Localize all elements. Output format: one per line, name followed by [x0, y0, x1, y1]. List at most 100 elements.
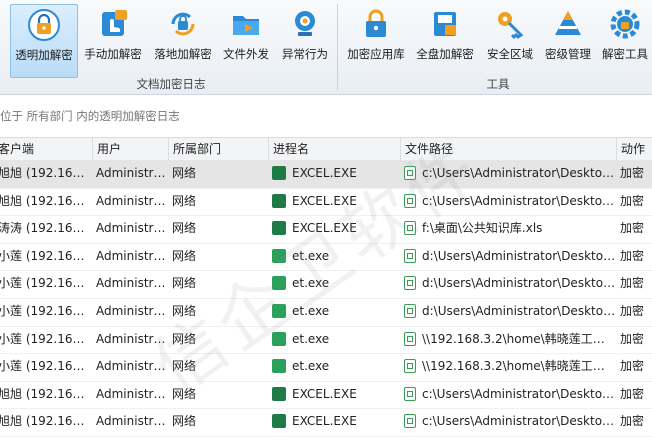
cell-text: 加密 — [620, 304, 645, 318]
encrypted-app-library-button[interactable]: 加密应用库 — [344, 4, 408, 76]
abnormal-behavior-button[interactable]: 异常行为 — [278, 4, 332, 76]
cell-process: et.exe — [268, 353, 400, 380]
cell-text: et.exe — [292, 331, 330, 346]
button-label: 安全区域 — [487, 47, 533, 61]
cell-text: Administra... — [96, 166, 168, 180]
cell-text: 加密 — [620, 248, 645, 263]
cell-path: d:\Users\Administrator\Desktop... — [400, 270, 616, 297]
column-header-client[interactable]: 客户端 — [0, 138, 92, 160]
column-header-file-path[interactable]: 文件路径 — [400, 138, 616, 160]
table-row[interactable]: 小莲 (192.168.3... Administra... 网络 et.exe d:\… — [0, 243, 652, 272]
file-icon — [404, 248, 416, 263]
column-header-department[interactable]: 所属部门 — [168, 138, 268, 160]
button-label: 落地加解密 — [154, 47, 212, 61]
cell-text: Administra... — [96, 193, 168, 208]
cell-user: Administra... — [92, 353, 168, 380]
cell-user: Administra... — [92, 243, 168, 270]
file-outbound-button[interactable]: 文件外发 — [218, 4, 274, 76]
cell-action: 加密 — [616, 215, 652, 242]
table-row[interactable]: 旭旭 (192.168.3... Administra... 网络 EXCEL.EXE… — [0, 160, 652, 189]
column-header-user[interactable]: 用户 — [92, 138, 168, 160]
excel-icon — [272, 414, 286, 429]
et-icon — [272, 248, 286, 263]
table-row[interactable]: 小莲 (192.168.3... Administra... 网络 et.exe d:\… — [0, 270, 652, 299]
cell-text: 小莲 (192.168.3... — [0, 248, 92, 263]
manual-encryption-button[interactable]: 手动加解密 — [80, 4, 146, 76]
button-label: 文件外发 — [223, 47, 269, 61]
excel-icon — [272, 221, 286, 236]
cell-text: 网络 — [172, 221, 197, 236]
cell-process: et.exe — [268, 270, 400, 297]
cell-user: Administra... — [92, 298, 168, 325]
cell-text: 涛涛 (192.168.3... — [0, 221, 92, 236]
cell-text: d:\Users\Administrator\Desktop... — [422, 248, 616, 263]
et-icon — [272, 331, 286, 346]
file-icon — [404, 304, 416, 318]
file-icon — [404, 166, 416, 180]
disk-lock-icon — [434, 12, 456, 36]
log-table: 客户端 用户 所属部门 进程名 文件路径 动作 旭旭 (192.168.3...… — [0, 137, 652, 437]
table-row[interactable]: 旭旭 (192.168.3... Administra... 网络 EXCEL.EXE… — [0, 408, 652, 437]
table-row[interactable]: 旭旭 (192.168.3... Administra... 网络 EXCEL.EXE… — [0, 188, 652, 217]
cell-client: 旭旭 (192.168.3... — [0, 160, 92, 187]
cell-text: \\192.168.3.2\home\韩晓莲工作记... — [422, 359, 616, 374]
table-row[interactable]: 小莲 (192.168.3... Administra... 网络 et.exe d:\… — [0, 298, 652, 327]
cell-text: Administra... — [96, 221, 168, 236]
table-header: 客户端 用户 所属部门 进程名 文件路径 动作 — [0, 137, 652, 161]
table-row[interactable]: 旭旭 (192.168.3... Administra... 网络 EXCEL.EXE… — [0, 381, 652, 410]
cell-dept: 网络 — [168, 215, 268, 242]
cell-dept: 网络 — [168, 353, 268, 380]
cell-dept: 网络 — [168, 298, 268, 325]
cell-action: 加密 — [616, 160, 652, 187]
cell-process: EXCEL.EXE — [268, 381, 400, 408]
cell-text: EXCEL.EXE — [292, 414, 357, 429]
cell-text: c:\Users\Administrator\Desktop\... — [422, 193, 616, 208]
cell-client: 旭旭 (192.168.3... — [0, 188, 92, 215]
cell-path: d:\Users\Administrator\Desktop... — [400, 243, 616, 270]
cell-text: 加密 — [620, 386, 645, 401]
button-label: 透明加解密 — [15, 48, 73, 62]
file-icon — [404, 276, 416, 291]
cell-client: 小莲 (192.168.3... — [0, 353, 92, 380]
button-label: 密级管理 — [545, 47, 591, 61]
cell-client: 旭旭 (192.168.3... — [0, 381, 92, 408]
pyramid-icon — [555, 11, 581, 35]
cell-text: f:\桌面\公共知识库.xls — [422, 221, 543, 236]
cell-text: d:\Users\Administrator\Desktop... — [422, 276, 616, 291]
transparent-encryption-button[interactable]: 透明加解密 — [10, 4, 78, 78]
lock-icon — [366, 9, 386, 37]
classification-management-button[interactable]: 密级管理 — [540, 4, 596, 76]
full-disk-encryption-button[interactable]: 全盘加解密 — [412, 4, 478, 76]
cell-text: 网络 — [172, 304, 197, 318]
cell-text: Administra... — [96, 276, 168, 291]
gear-lock-icon — [610, 9, 640, 39]
cell-client: 涛涛 (192.168.3... — [0, 215, 92, 242]
decryption-tool-button[interactable]: 解密工具 — [598, 4, 652, 76]
cell-dept: 网络 — [168, 243, 268, 270]
cell-text: et.exe — [292, 359, 330, 374]
cell-path: d:\Users\Administrator\Desktop... — [400, 298, 616, 325]
cell-user: Administra... — [92, 188, 168, 215]
button-label: 手动加解密 — [84, 47, 142, 61]
cell-text: 加密 — [620, 276, 645, 291]
table-row[interactable]: 涛涛 (192.168.3... Administra... 网络 EXCEL.EXE… — [0, 215, 652, 244]
ribbon-separator — [337, 4, 338, 90]
file-icon — [404, 331, 416, 346]
cell-dept: 网络 — [168, 160, 268, 187]
table-row[interactable]: 小莲 (192.168.3... Administra... 网络 et.exe \\1… — [0, 326, 652, 355]
et-icon — [272, 276, 286, 291]
cell-text: EXCEL.EXE — [292, 166, 357, 180]
cell-process: EXCEL.EXE — [268, 160, 400, 187]
cell-dept: 网络 — [168, 326, 268, 353]
cell-text: 网络 — [172, 331, 197, 346]
cell-text: 网络 — [172, 386, 197, 401]
cell-path: c:\Users\Administrator\Desktop\... — [400, 381, 616, 408]
excel-icon — [272, 386, 286, 401]
button-label: 异常行为 — [282, 47, 328, 61]
cell-path: c:\Users\Administrator\Desktop\... — [400, 160, 616, 187]
column-header-process[interactable]: 进程名 — [268, 138, 400, 160]
landing-encryption-button[interactable]: 落地加解密 — [150, 4, 216, 76]
column-header-action[interactable]: 动作 — [616, 138, 652, 160]
table-row[interactable]: 小莲 (192.168.3... Administra... 网络 et.exe \\1… — [0, 353, 652, 382]
secure-area-button[interactable]: 安全区域 — [482, 4, 538, 76]
